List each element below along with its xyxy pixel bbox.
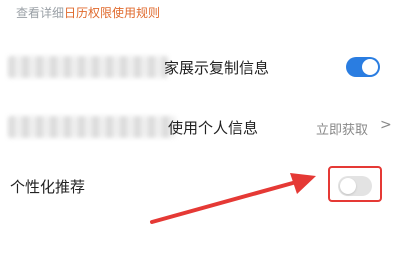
redacted-text (8, 116, 176, 138)
copy-info-toggle[interactable] (346, 57, 380, 77)
setting-label: 家展示复制信息 (164, 59, 270, 77)
header-prefix: 查看详细 (16, 6, 65, 20)
header-line: 查看详细日历权限使用规则 (16, 4, 160, 21)
get-now-link[interactable]: 立即获取 (316, 119, 368, 138)
toggle-knob (362, 59, 378, 75)
setting-label: 个性化推荐 (10, 178, 86, 196)
setting-label: 使用个人信息 (168, 119, 259, 137)
setting-row-copy-info: 家展示复制信息 (0, 42, 400, 92)
settings-page: 查看详细日历权限使用规则 家展示复制信息 使用个人信息 立即获取 > 个性化推荐 (0, 0, 400, 263)
annotation-highlight-box (328, 166, 382, 202)
calendar-permission-rules-link[interactable]: 日历权限使用规则 (64, 6, 160, 20)
chevron-right-icon: > (380, 117, 392, 133)
redacted-text (8, 56, 168, 78)
setting-row-personal-info[interactable]: 使用个人信息 立即获取 > (0, 102, 400, 152)
